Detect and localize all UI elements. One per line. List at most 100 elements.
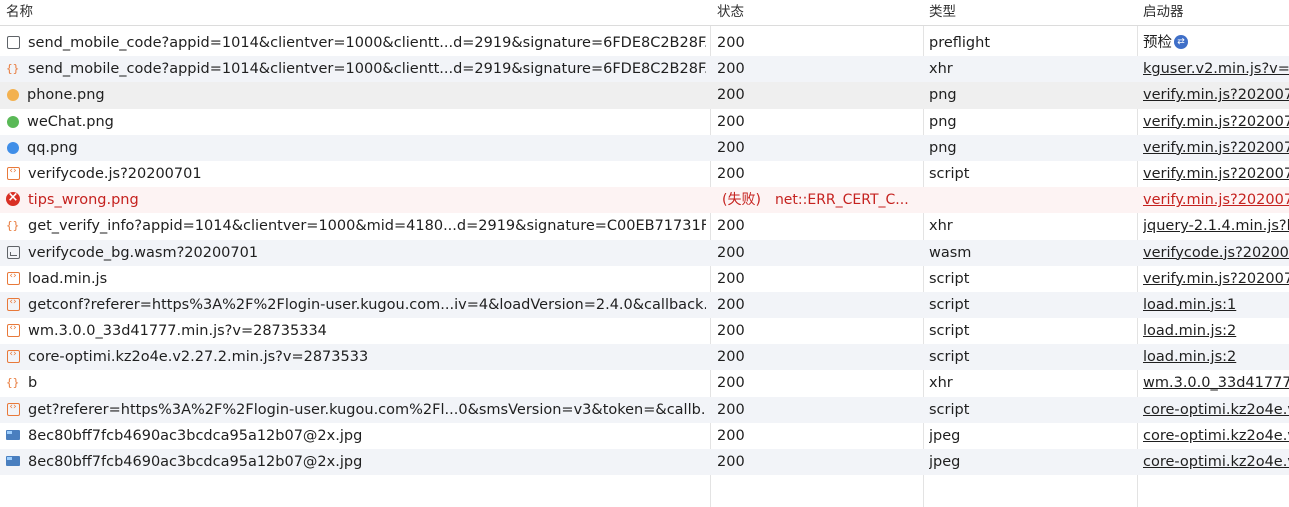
initiator-link[interactable]: jquery-2.1.4.min.js?k bbox=[1143, 213, 1289, 239]
request-name-cell[interactable]: tips_wrong.png bbox=[6, 187, 706, 213]
type-cell: script bbox=[929, 296, 970, 313]
initiator-link[interactable]: core-optimi.kz2o4e.v bbox=[1143, 397, 1289, 423]
request-name-cell[interactable]: wm.3.0.0_33d41777.min.js?v=28735334 bbox=[6, 318, 706, 344]
request-name-cell[interactable]: {} send_mobile_code?appid=1014&clientver=… bbox=[6, 56, 706, 82]
request-name: 8ec80bff7fcb4690ac3bcdca95a12b07@2x.jpg bbox=[28, 427, 363, 444]
table-row[interactable]: verifycode_bg.wasm?20200701 200 wasm ver… bbox=[0, 239, 1289, 266]
request-name-cell[interactable]: 8ec80bff7fcb4690ac3bcdca95a12b07@2x.jpg bbox=[6, 423, 706, 449]
initiator-link[interactable]: load.min.js:2 bbox=[1143, 318, 1289, 344]
initiator-link[interactable]: kguser.v2.min.js?v=2 bbox=[1143, 56, 1289, 82]
initiator-link[interactable]: verify.min.js?2020070 bbox=[1143, 187, 1289, 213]
request-name-cell[interactable]: qq.png bbox=[6, 135, 706, 161]
column-header-status[interactable]: 状态 bbox=[717, 0, 744, 25]
initiator-link[interactable]: core-optimi.kz2o4e.v bbox=[1143, 423, 1289, 449]
status-failed: (失败) bbox=[722, 192, 761, 209]
request-name: weChat.png bbox=[27, 113, 114, 130]
status-cell: 200 bbox=[717, 454, 745, 470]
image-icon bbox=[7, 89, 19, 102]
status-cell: 200 bbox=[717, 401, 745, 418]
column-header-initiator[interactable]: 启动器 bbox=[1143, 0, 1184, 25]
request-name-cell[interactable]: send_mobile_code?appid=1014&clientver=10… bbox=[6, 30, 706, 56]
status-cell: 200 bbox=[717, 296, 745, 313]
initiator-link[interactable]: load.min.js:1 bbox=[1143, 292, 1289, 318]
document-icon bbox=[7, 36, 20, 49]
request-name: verifycode.js?20200701 bbox=[28, 165, 202, 182]
type-cell: script bbox=[929, 165, 970, 182]
preflight-link-icon[interactable] bbox=[1174, 35, 1188, 49]
network-request-table: 名称 状态 类型 启动器 send_mobile_code?appid=1014… bbox=[0, 0, 1289, 507]
table-row[interactable]: core-optimi.kz2o4e.v2.27.2.min.js?v=2873… bbox=[0, 344, 1289, 371]
type-cell: png bbox=[929, 87, 957, 104]
status-cell: (失败) net::ERR_CERT_C... bbox=[722, 187, 922, 213]
initiator-cell: 预检 bbox=[1143, 30, 1289, 56]
table-row[interactable]: {} get_verify_info?appid=1014&clientver=1… bbox=[0, 213, 1289, 239]
table-row[interactable]: tips_wrong.png (失败) net::ERR_CERT_C... ve… bbox=[0, 187, 1289, 214]
type-cell: xhr bbox=[929, 375, 953, 392]
svg-text:{}: {} bbox=[6, 219, 19, 232]
initiator-link[interactable]: verify.min.js?2020070 bbox=[1143, 82, 1289, 108]
table-row[interactable]: get?referer=https%3A%2F%2Flogin-user.kug… bbox=[0, 396, 1289, 423]
request-name-cell[interactable]: get?referer=https%3A%2F%2Flogin-user.kug… bbox=[6, 397, 706, 423]
request-name-cell[interactable]: verifycode_bg.wasm?20200701 bbox=[6, 240, 706, 266]
request-name: wm.3.0.0_33d41777.min.js?v=28735334 bbox=[28, 323, 327, 340]
script-icon bbox=[7, 161, 20, 181]
request-name-cell[interactable]: getconf?referer=https%3A%2F%2Flogin-user… bbox=[6, 292, 706, 318]
initiator-link[interactable]: verify.min.js?2020070 bbox=[1143, 135, 1289, 161]
request-name-cell[interactable]: {} b bbox=[6, 370, 706, 396]
status-cell: 200 bbox=[717, 113, 745, 130]
svg-text:{}: {} bbox=[6, 62, 19, 75]
request-name: getconf?referer=https%3A%2F%2Flogin-user… bbox=[28, 296, 706, 313]
request-name: tips_wrong.png bbox=[28, 192, 139, 209]
request-name-cell[interactable]: load.min.js bbox=[6, 266, 706, 292]
table-row[interactable]: load.min.js 200 script verify.min.js?202… bbox=[0, 266, 1289, 292]
table-row[interactable]: wm.3.0.0_33d41777.min.js?v=28735334 200 … bbox=[0, 318, 1289, 344]
script-icon bbox=[7, 344, 20, 364]
request-name-cell[interactable]: weChat.png bbox=[6, 109, 706, 135]
status-cell: 200 bbox=[717, 349, 745, 366]
request-name: verifycode_bg.wasm?20200701 bbox=[28, 244, 259, 261]
status-cell: 200 bbox=[717, 35, 745, 51]
type-cell: preflight bbox=[929, 35, 991, 51]
initiator-link[interactable]: wm.3.0.0_33d41777.r bbox=[1143, 370, 1289, 396]
initiator-link[interactable]: load.min.js:2 bbox=[1143, 344, 1289, 370]
script-icon bbox=[7, 292, 20, 312]
request-name-cell[interactable]: phone.png bbox=[6, 82, 706, 108]
initiator-link[interactable]: core-optimi.kz2o4e.v bbox=[1143, 449, 1289, 475]
request-rows: send_mobile_code?appid=1014&clientver=10… bbox=[0, 30, 1289, 476]
initiator-link[interactable]: verify.min.js?2020070 bbox=[1143, 161, 1289, 187]
status-error-message: net::ERR_CERT_C... bbox=[774, 192, 909, 209]
table-row[interactable]: phone.png 200 png verify.min.js?2020070 bbox=[0, 82, 1289, 109]
status-cell: 200 bbox=[717, 61, 745, 78]
type-cell: script bbox=[929, 401, 970, 418]
table-row[interactable]: {} b 200 xhr wm.3.0.0_33d41777.r bbox=[0, 370, 1289, 396]
request-name: get_verify_info?appid=1014&clientver=100… bbox=[28, 218, 706, 235]
request-name-cell[interactable]: 8ec80bff7fcb4690ac3bcdca95a12b07@2x.jpg bbox=[6, 449, 706, 475]
table-row[interactable]: {} send_mobile_code?appid=1014&clientver=… bbox=[0, 56, 1289, 83]
initiator-link[interactable]: verify.min.js?2020070 bbox=[1143, 266, 1289, 292]
svg-text:{}: {} bbox=[6, 376, 19, 389]
request-name-cell[interactable]: {} get_verify_info?appid=1014&clientver=1… bbox=[6, 213, 706, 239]
table-row[interactable]: weChat.png 200 png verify.min.js?2020070 bbox=[0, 109, 1289, 135]
table-row[interactable]: verifycode.js?20200701 200 script verify… bbox=[0, 161, 1289, 187]
status-cell: 200 bbox=[717, 270, 745, 287]
request-name-cell[interactable]: core-optimi.kz2o4e.v2.27.2.min.js?v=2873… bbox=[6, 344, 706, 370]
column-header-type[interactable]: 类型 bbox=[929, 0, 956, 25]
script-icon bbox=[7, 318, 20, 338]
table-row[interactable]: qq.png 200 png verify.min.js?2020070 bbox=[0, 134, 1289, 161]
table-row[interactable]: send_mobile_code?appid=1014&clientver=10… bbox=[0, 30, 1289, 56]
initiator-link[interactable]: verifycode.js?202007 bbox=[1143, 240, 1289, 266]
type-cell: xhr bbox=[929, 61, 953, 78]
type-cell: script bbox=[929, 323, 970, 340]
script-icon bbox=[7, 266, 20, 286]
table-row[interactable]: 8ec80bff7fcb4690ac3bcdca95a12b07@2x.jpg … bbox=[0, 449, 1289, 476]
request-name-cell[interactable]: verifycode.js?20200701 bbox=[6, 161, 706, 187]
table-row[interactable]: getconf?referer=https%3A%2F%2Flogin-user… bbox=[0, 291, 1289, 319]
request-name: b bbox=[28, 375, 38, 392]
table-row[interactable]: 8ec80bff7fcb4690ac3bcdca95a12b07@2x.jpg … bbox=[0, 423, 1289, 449]
status-cell: 200 bbox=[717, 218, 745, 235]
script-icon bbox=[7, 397, 20, 417]
column-header-name[interactable]: 名称 bbox=[6, 0, 33, 25]
initiator-link[interactable]: verify.min.js?2020070 bbox=[1143, 109, 1289, 135]
xhr-icon: {} bbox=[6, 372, 20, 389]
request-name: get?referer=https%3A%2F%2Flogin-user.kug… bbox=[28, 401, 706, 418]
